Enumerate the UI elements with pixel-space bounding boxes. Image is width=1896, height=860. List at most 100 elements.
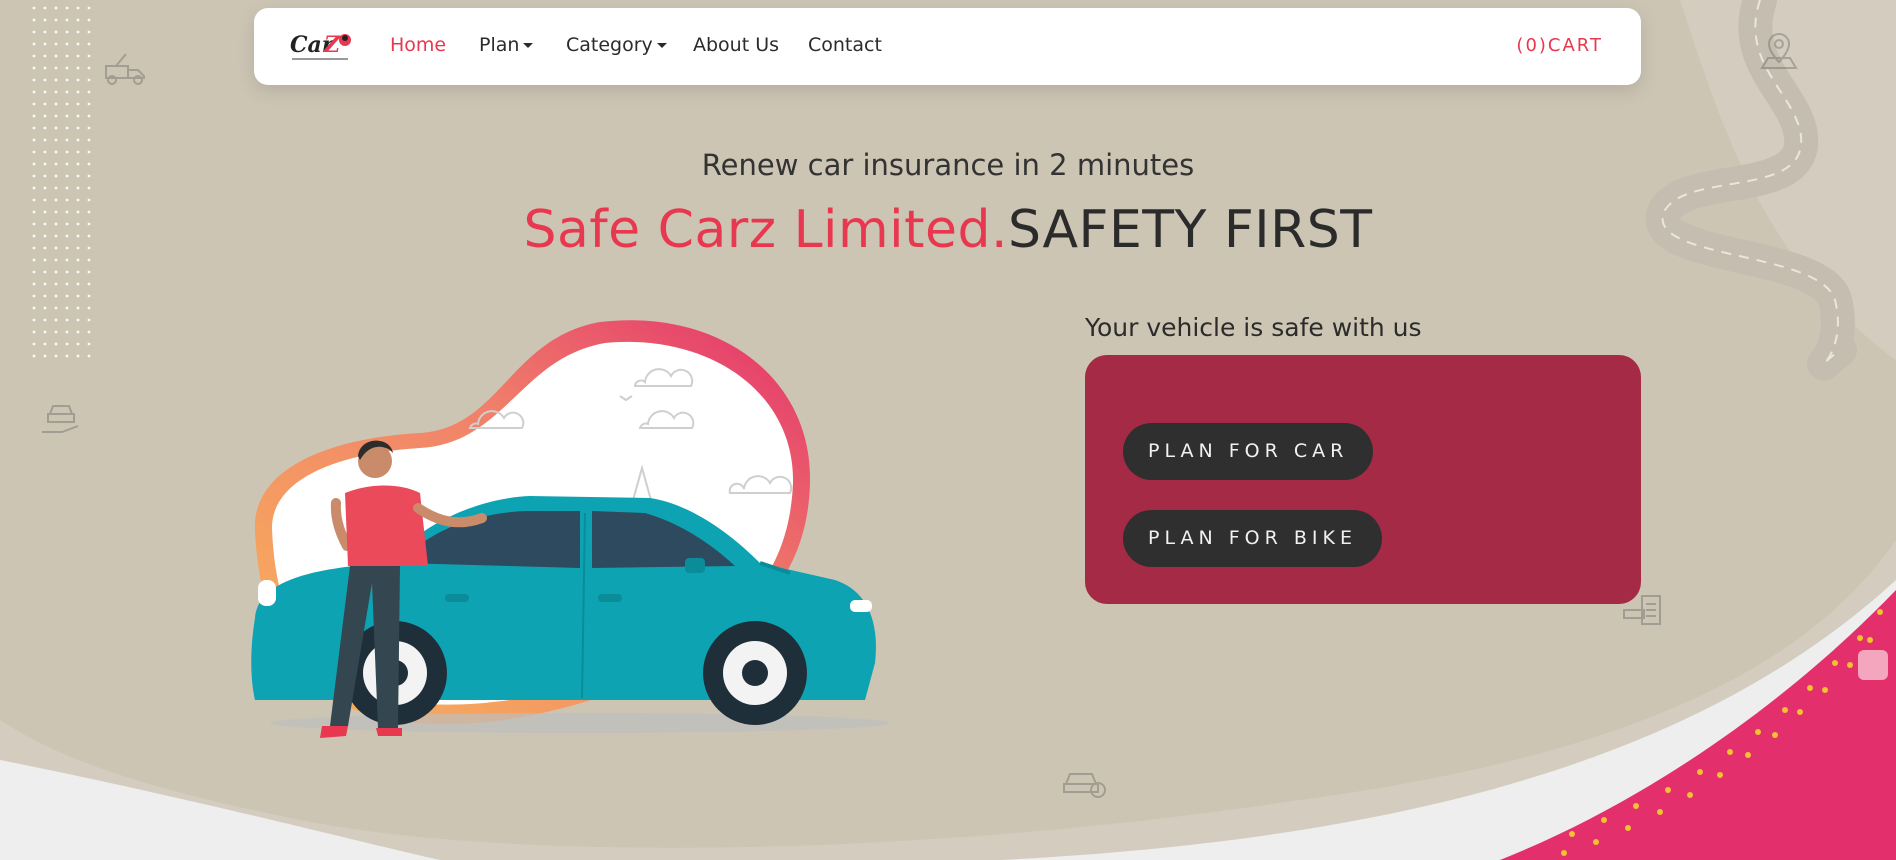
decor-dot [76, 318, 80, 322]
decor-dot [32, 342, 36, 346]
decor-dot [43, 270, 47, 274]
decor-dot [32, 114, 36, 118]
decor-dot [65, 354, 69, 358]
decor-dot [76, 270, 80, 274]
decor-dot [65, 90, 69, 94]
decor-dot [43, 18, 47, 22]
tow-truck-icon [105, 53, 145, 85]
decor-dot [76, 102, 80, 106]
nav-about-link[interactable]: About Us [693, 34, 779, 56]
decor-dot [43, 66, 47, 70]
decor-dot [32, 42, 36, 46]
decor-dot [54, 138, 58, 142]
decor-dot [43, 6, 47, 10]
decor-dot [32, 270, 36, 274]
decor-dot [54, 42, 58, 46]
nav-home-link[interactable]: Home [390, 34, 446, 56]
nav-plan-dropdown[interactable]: Plan [479, 34, 534, 56]
plans-title: Your vehicle is safe with us [1085, 313, 1422, 342]
decor-dot [87, 294, 91, 298]
decor-dot [32, 186, 36, 190]
decor-dot [43, 90, 47, 94]
decor-dot [54, 90, 58, 94]
decor-dot [32, 354, 36, 358]
decor-dot [32, 330, 36, 334]
decor-dot [76, 78, 80, 82]
nav-category-label: Category [566, 34, 653, 56]
decor-dot [87, 18, 91, 22]
decor-dot [32, 282, 36, 286]
plan-for-bike-button[interactable]: PLAN FOR BIKE [1123, 510, 1382, 567]
decor-dot [65, 54, 69, 58]
decor-dot [76, 54, 80, 58]
location-pin-icon [1760, 32, 1798, 69]
navbar: Car Z Home Plan Category About Us Contac… [254, 8, 1641, 85]
decor-dot [76, 282, 80, 286]
decor-dot [54, 282, 58, 286]
hero-headline: Safe Carz Limited.SAFETY FIRST [0, 200, 1896, 260]
decor-dot [54, 66, 58, 70]
decor-dot [32, 78, 36, 82]
decor-dot [65, 42, 69, 46]
decor-dot [76, 138, 80, 142]
decor-dot [76, 342, 80, 346]
plan-for-car-button[interactable]: PLAN FOR CAR [1123, 423, 1374, 480]
decor-dot [32, 30, 36, 34]
car-check-icon [1063, 773, 1106, 798]
decor-dot [54, 54, 58, 58]
decor-dot [54, 114, 58, 118]
decor-dot [76, 90, 80, 94]
decor-dot [65, 318, 69, 322]
decor-dot [54, 102, 58, 106]
decor-dot [32, 318, 36, 322]
decor-dot [32, 66, 36, 70]
decor-dot [87, 90, 91, 94]
cart-link[interactable]: (0)CART [1516, 35, 1603, 56]
decor-dot [87, 102, 91, 106]
decor-dot [43, 30, 47, 34]
decor-dot [76, 30, 80, 34]
decor-dot [43, 186, 47, 190]
chevron-down-icon [656, 43, 667, 48]
decor-dot [54, 6, 58, 10]
decor-dot [43, 78, 47, 82]
decor-dot [87, 330, 91, 334]
decor-dot [87, 126, 91, 130]
decor-dot [87, 30, 91, 34]
decor-dot [76, 330, 80, 334]
decor-dot [54, 18, 58, 22]
decor-dot [76, 186, 80, 190]
decor-dot [87, 354, 91, 358]
decor-dot [32, 90, 36, 94]
decor-dot [65, 114, 69, 118]
decor-dot [65, 102, 69, 106]
decor-dot [32, 102, 36, 106]
decor-dot [54, 354, 58, 358]
decor-dot [76, 354, 80, 358]
decor-dot [32, 54, 36, 58]
decor-dot [87, 42, 91, 46]
nav-category-dropdown[interactable]: Category [566, 34, 667, 56]
decor-dot [76, 306, 80, 310]
floating-widget-icon[interactable] [1858, 650, 1888, 680]
decor-dot [76, 114, 80, 118]
nav-contact-link[interactable]: Contact [808, 34, 882, 56]
decor-dot [87, 186, 91, 190]
decor-dot [65, 126, 69, 130]
decor-dot [54, 330, 58, 334]
headline-slogan: SAFETY FIRST [1008, 200, 1373, 260]
decor-dot [43, 42, 47, 46]
decor-dot [54, 78, 58, 82]
decor-dot [54, 306, 58, 310]
decor-dot [43, 318, 47, 322]
decor-dot [65, 282, 69, 286]
carz-logo[interactable]: Car Z [288, 28, 354, 66]
decor-dot [43, 294, 47, 298]
decor-dot [65, 6, 69, 10]
decor-dot [65, 66, 69, 70]
decor-dot [76, 6, 80, 10]
decor-dot [32, 306, 36, 310]
decor-dot [87, 138, 91, 142]
decor-dot [43, 102, 47, 106]
decor-dot [65, 30, 69, 34]
